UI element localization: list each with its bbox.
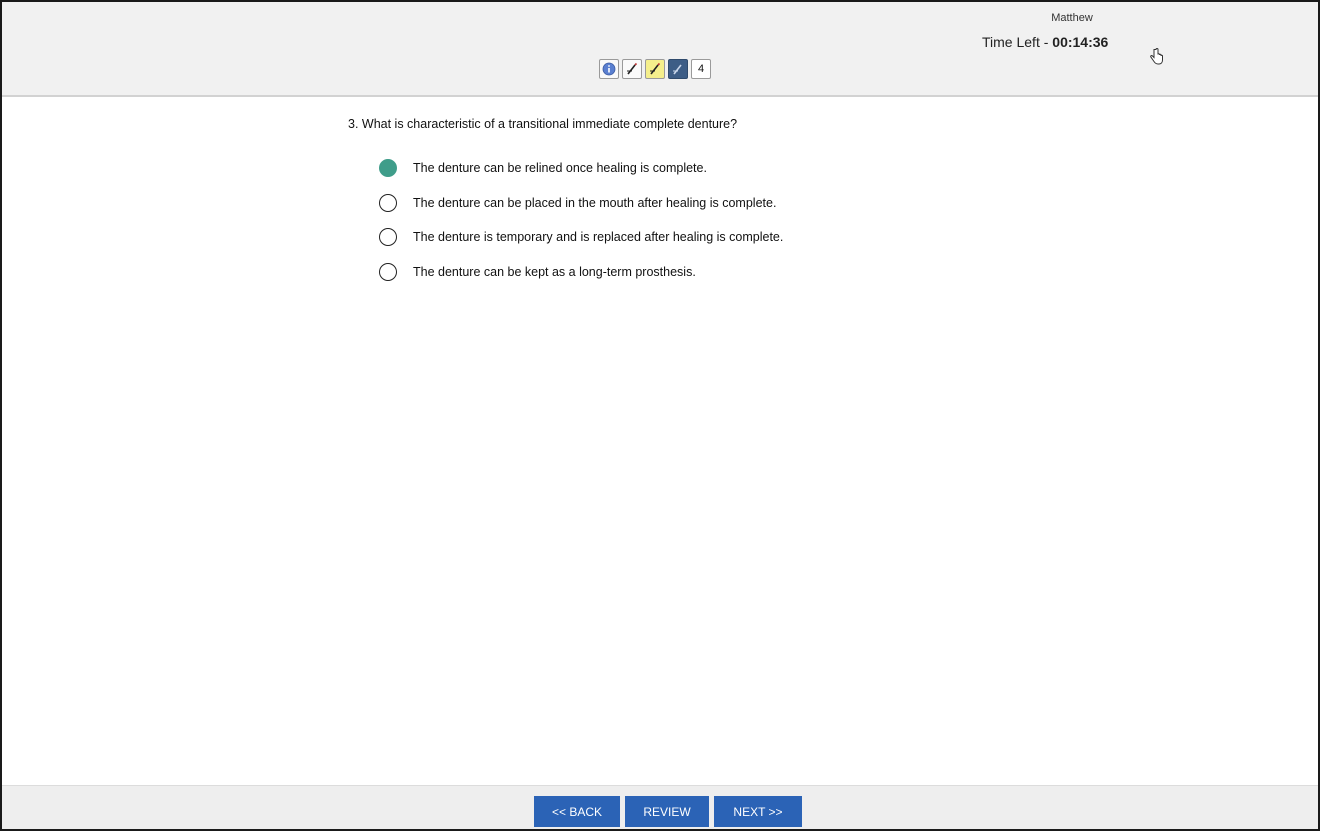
header-bar: Matthew Time Left - 00:14:36 4 xyxy=(2,2,1318,97)
answer-option-label: The denture can be placed in the mouth a… xyxy=(413,195,777,210)
exam-window: Matthew Time Left - 00:14:36 4 3. What i… xyxy=(0,0,1320,831)
highlighter-icon[interactable] xyxy=(645,59,665,79)
info-icon[interactable] xyxy=(599,59,619,79)
answer-option-label: The denture can be relined once healing … xyxy=(413,161,707,175)
calculator-icon[interactable] xyxy=(668,59,688,79)
time-left: Time Left - 00:14:36 xyxy=(982,34,1108,50)
answer-option[interactable]: The denture is temporary and is replaced… xyxy=(379,226,783,248)
radio-button-selected[interactable] xyxy=(379,159,397,177)
user-name: Matthew xyxy=(1051,12,1093,24)
strikethrough-pen-icon[interactable] xyxy=(622,59,642,79)
time-left-label: Time Left - xyxy=(982,34,1053,50)
next-button[interactable]: NEXT >> xyxy=(714,796,802,827)
radio-button[interactable] xyxy=(379,262,397,281)
answer-options: The denture can be relined once healing … xyxy=(379,157,783,295)
tool-bar: 4 xyxy=(599,58,711,80)
answer-option-label: The denture is temporary and is replaced… xyxy=(413,230,784,244)
review-button[interactable]: REVIEW xyxy=(625,796,709,827)
nav-buttons: << BACK REVIEW NEXT >> xyxy=(534,796,802,827)
radio-button[interactable] xyxy=(379,228,397,246)
radio-button[interactable] xyxy=(379,193,397,212)
question-count-badge: 4 xyxy=(691,59,711,79)
answer-option[interactable]: The denture can be placed in the mouth a… xyxy=(379,192,783,214)
answer-option[interactable]: The denture can be relined once healing … xyxy=(379,157,783,179)
answer-option[interactable]: The denture can be kept as a long-term p… xyxy=(379,261,783,283)
time-left-value: 00:14:36 xyxy=(1052,34,1109,50)
hand-cursor-icon xyxy=(1150,48,1164,71)
answer-option-label: The denture can be kept as a long-term p… xyxy=(413,264,696,279)
footer-bar: << BACK REVIEW NEXT >> xyxy=(2,785,1318,829)
back-button[interactable]: << BACK xyxy=(534,796,620,827)
question-text: 3. What is characteristic of a transitio… xyxy=(348,117,738,131)
